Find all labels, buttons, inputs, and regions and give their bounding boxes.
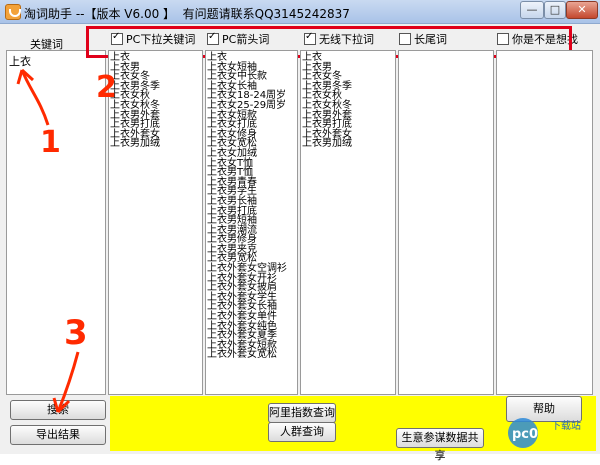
annotation-3: 3	[64, 313, 88, 353]
annotation-1: 1	[40, 125, 61, 160]
watermark-text: 下载站	[551, 421, 581, 432]
annotation-arrows	[16, 68, 80, 414]
watermark-logo: pc0 下载站	[503, 413, 595, 451]
pc0-logo-icon: pc0	[508, 418, 538, 448]
annotation-2: 2	[96, 70, 117, 105]
arrow-to-keyword	[20, 69, 50, 126]
svg-text:pc0: pc0	[512, 427, 538, 442]
